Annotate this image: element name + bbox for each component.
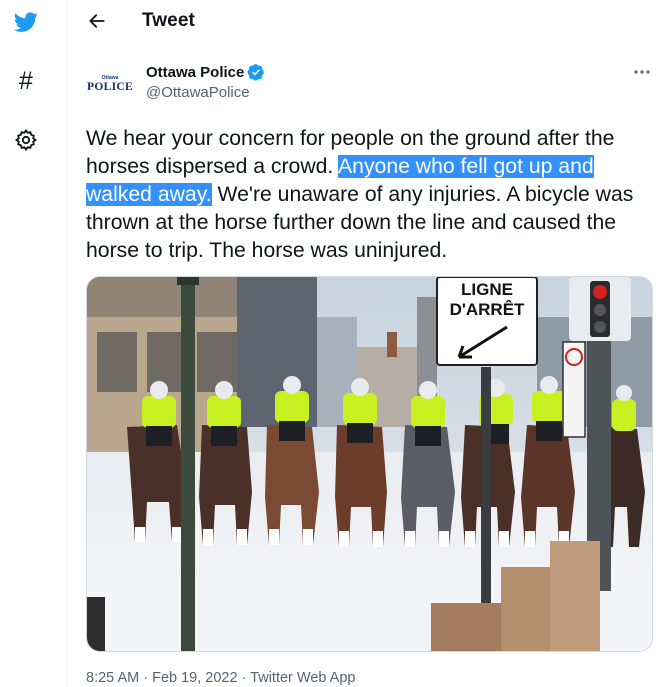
verified-badge-icon bbox=[247, 63, 265, 81]
more-horizontal-icon[interactable] bbox=[632, 62, 652, 82]
left-nav-rail: # bbox=[0, 0, 68, 687]
twitter-bird-icon[interactable] bbox=[11, 7, 41, 37]
tweet-photo[interactable]: LIGNE D'ARRÊT bbox=[86, 276, 653, 652]
author-handle[interactable]: @OttawaPolice bbox=[146, 84, 250, 101]
page-title: Tweet bbox=[142, 10, 195, 31]
back-arrow-icon[interactable] bbox=[85, 9, 109, 33]
tweet-header: Tweet bbox=[68, 0, 672, 44]
tweet-meta[interactable]: 8:25 AM · Feb 19, 2022 · Twitter Web App bbox=[86, 670, 355, 686]
author-name-text: Ottawa Police bbox=[146, 63, 245, 81]
gear-icon[interactable] bbox=[11, 125, 41, 155]
avatar-text-main: POLICE bbox=[87, 81, 133, 93]
hashtag-icon[interactable]: # bbox=[11, 66, 41, 96]
stop-line-sign-text-2: D'ARRÊT bbox=[450, 300, 525, 319]
tweet-text: We hear your concern for people on the g… bbox=[86, 125, 656, 265]
author-name[interactable]: Ottawa Police bbox=[146, 63, 265, 81]
avatar[interactable]: Ottawa POLICE bbox=[86, 60, 134, 108]
stop-line-sign-text-1: LIGNE bbox=[461, 280, 513, 299]
